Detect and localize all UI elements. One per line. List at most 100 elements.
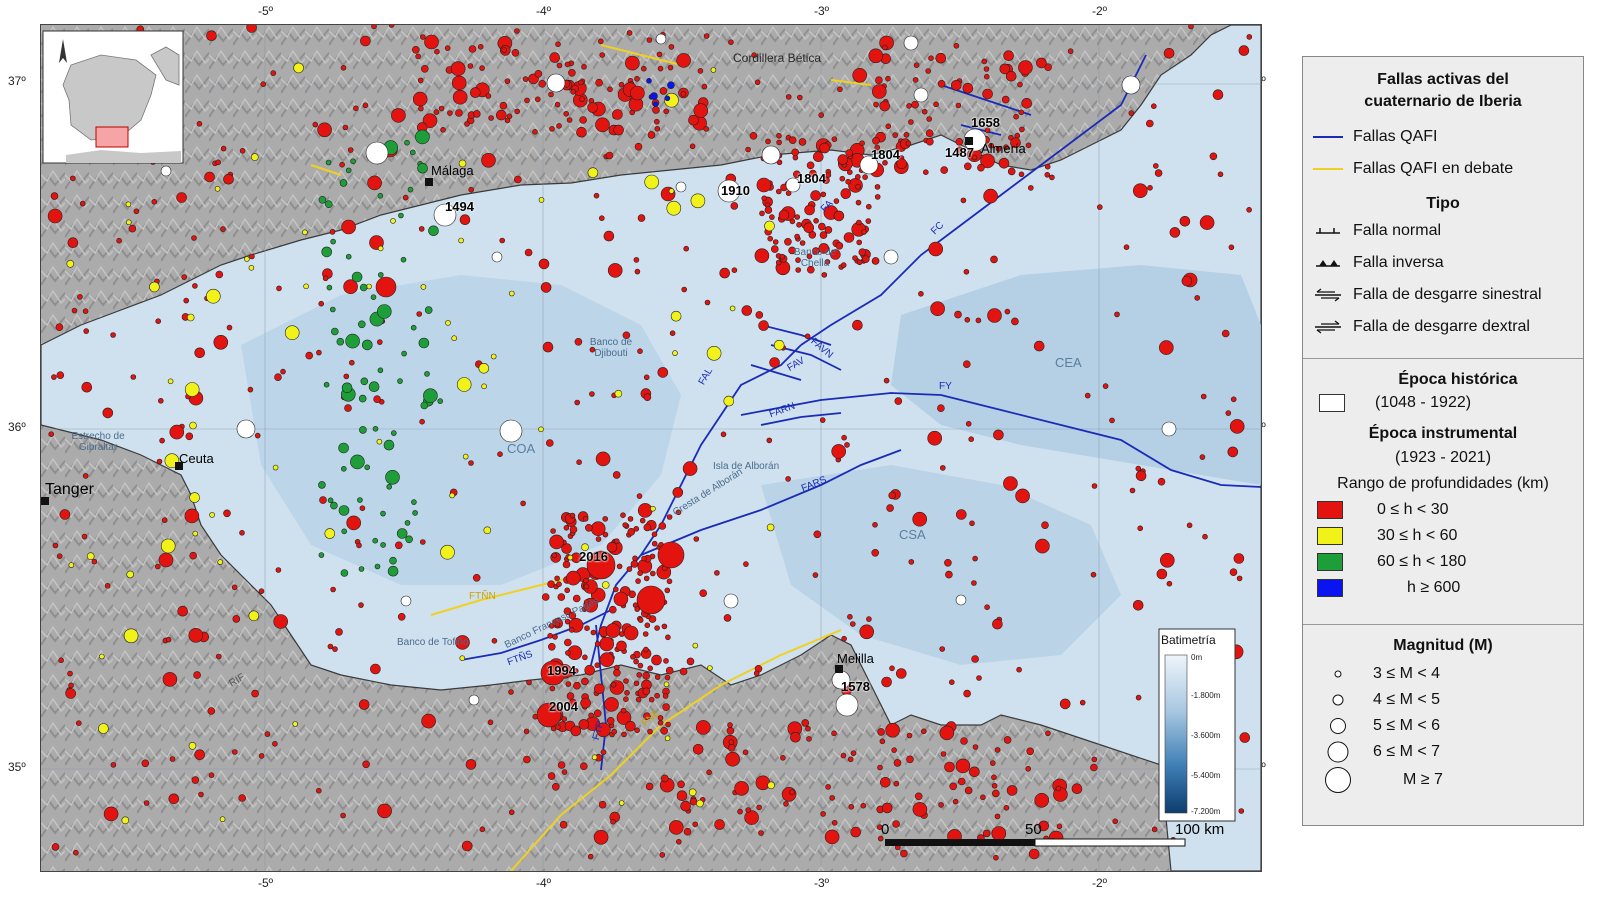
quake-shallow — [635, 578, 641, 584]
quake-shallow — [204, 171, 215, 183]
quake-shallow — [589, 346, 596, 353]
quake-shallow — [865, 203, 872, 210]
quake-shallow — [843, 232, 855, 243]
quake-shallow — [993, 854, 999, 861]
quake-shallow — [549, 126, 555, 132]
quake-historic — [761, 145, 781, 165]
quake-shallow — [804, 204, 815, 216]
quake-shallow — [654, 625, 660, 631]
quake-historic — [1121, 75, 1141, 95]
quake-shallow — [377, 803, 392, 819]
quake-shallow — [855, 199, 862, 206]
quake-shallow — [599, 652, 615, 668]
quake-shallow — [419, 418, 425, 425]
map-frame[interactable]: Málaga Almería Ceuta Tanger Melilla Cord… — [40, 24, 1262, 872]
legend-depth-row-3: h ≥ 600 — [1303, 575, 1583, 601]
quake-shallow — [969, 520, 975, 527]
quake-intermediate — [188, 741, 197, 750]
quake-shallow — [317, 122, 332, 138]
quake-shallow — [215, 270, 224, 279]
quake-deep — [387, 565, 399, 577]
quake-shallow — [677, 780, 685, 789]
quake-intermediate — [688, 788, 697, 797]
quake-shallow — [940, 166, 949, 174]
quake-shallow — [578, 719, 590, 730]
quake-shallow — [792, 170, 801, 179]
quake-intermediate — [121, 816, 130, 825]
quake-shallow — [451, 75, 467, 91]
quake-shallow — [667, 64, 674, 71]
quake-deep — [412, 510, 418, 516]
quake-shallow — [683, 827, 692, 836]
quake-shallow — [545, 439, 554, 447]
quake-shallow — [881, 676, 892, 688]
quake-shallow — [550, 528, 556, 534]
quake-shallow — [1199, 454, 1206, 460]
quake-shallow — [675, 838, 682, 845]
map-canvas[interactable] — [41, 25, 1261, 871]
quake-shallow — [680, 91, 687, 97]
quake-deep — [437, 398, 444, 404]
quake-shallow — [1228, 244, 1235, 251]
quake-shallow — [397, 612, 406, 621]
mag-circle-2 — [1332, 694, 1344, 706]
quake-historic — [831, 670, 851, 690]
quake-shallow — [1091, 483, 1098, 489]
quake-shallow — [590, 629, 597, 636]
quake-shallow — [231, 584, 238, 591]
quake-shallow — [542, 341, 554, 353]
quake-deep — [374, 563, 381, 570]
quake-shallow — [415, 53, 421, 60]
quake-shallow — [340, 64, 347, 71]
quake-shallow — [991, 789, 1000, 798]
quake-shallow — [871, 548, 880, 557]
quake-historic — [160, 165, 172, 177]
quake-shallow — [522, 76, 529, 82]
quake-shallow — [983, 73, 990, 80]
quake-shallow — [795, 257, 801, 263]
quake-historic — [675, 181, 687, 193]
quake-shallow — [971, 580, 977, 586]
quake-deep — [351, 271, 363, 283]
quake-deep — [338, 442, 349, 454]
quake-shallow — [605, 623, 621, 638]
quake-shallow — [588, 712, 594, 719]
quake-deep — [330, 238, 336, 245]
quake-shallow — [848, 803, 855, 810]
quake-deep — [325, 159, 332, 166]
quake-shallow — [1179, 216, 1191, 227]
quake-shallow — [191, 776, 200, 784]
quake-deep — [400, 256, 407, 263]
quake-shallow — [859, 140, 865, 146]
quake-shallow — [1159, 340, 1174, 355]
quake-deep — [345, 333, 360, 349]
quake-shallow — [534, 96, 541, 103]
quake-intermediate — [710, 67, 717, 73]
quake-shallow — [790, 731, 801, 743]
quake-deep — [329, 306, 336, 313]
legend-debate-label: Fallas QAFI en debate — [1353, 160, 1514, 177]
quake-deep — [357, 320, 366, 329]
quake-shallow — [841, 635, 847, 642]
quake-shallow — [686, 657, 695, 666]
quake-shallow — [939, 725, 955, 741]
quake-shallow — [232, 615, 241, 623]
quake-shallow — [991, 774, 997, 781]
inset-map[interactable] — [42, 30, 184, 164]
quake-shallow — [103, 806, 119, 822]
quake-shallow — [991, 826, 1007, 841]
quake-shallow — [806, 253, 813, 260]
quake-shallow — [962, 360, 971, 369]
quake-shallow — [620, 707, 627, 714]
quake-shallow — [952, 798, 959, 805]
quake-shallow — [391, 108, 406, 123]
quake-shallow — [223, 173, 234, 185]
quake-shallow — [56, 371, 65, 380]
quake-shallow — [647, 131, 656, 139]
quake-shallow — [885, 75, 891, 82]
quake-shallow — [254, 432, 261, 439]
quake-shallow — [928, 55, 934, 62]
quake-shallow — [964, 786, 973, 795]
quake-shallow — [798, 138, 807, 146]
quake-shallow — [375, 276, 397, 298]
